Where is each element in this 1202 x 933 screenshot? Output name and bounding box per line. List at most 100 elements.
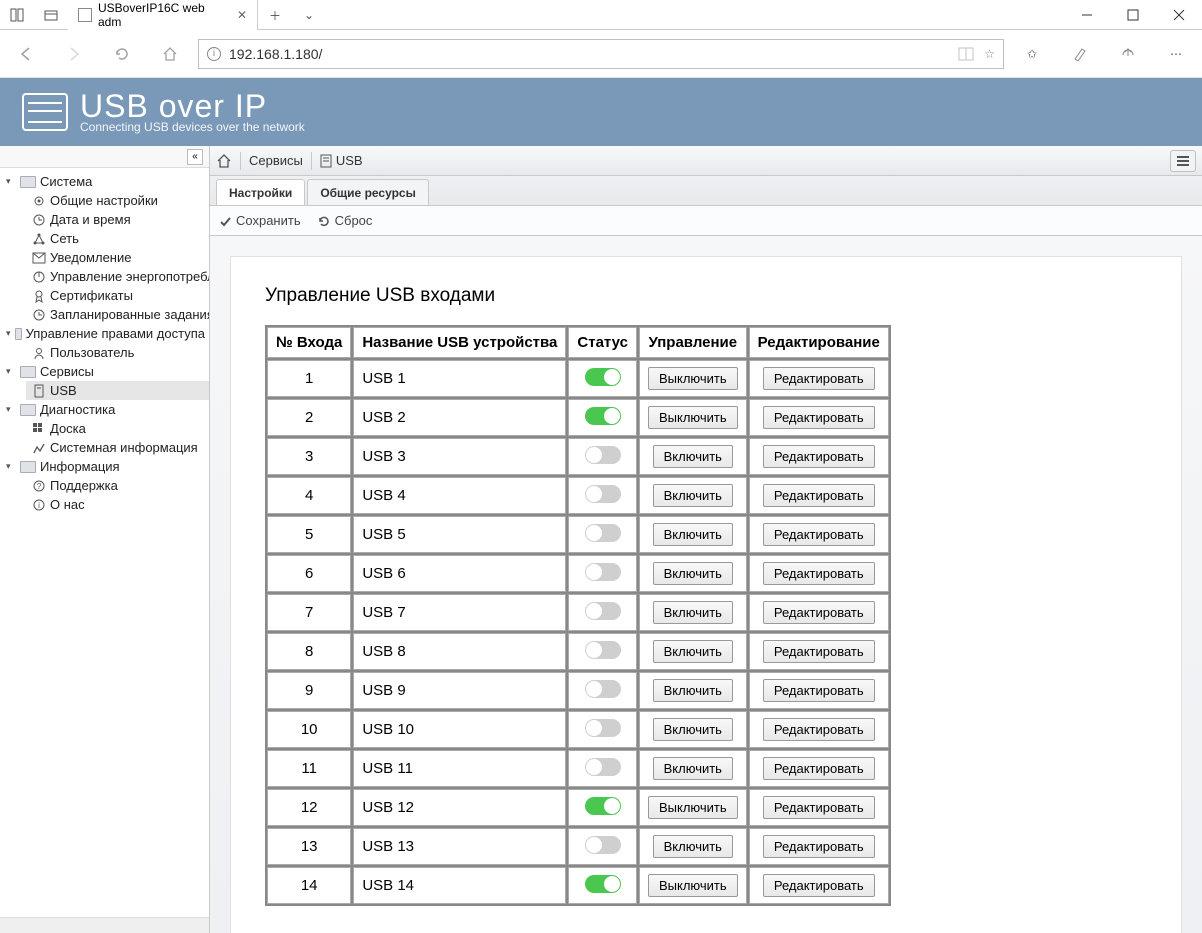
turn-on-button[interactable]: Включить <box>653 484 733 507</box>
svg-text:i: i <box>38 501 40 510</box>
status-toggle[interactable] <box>585 602 621 620</box>
favorites-button[interactable]: ✩ <box>1012 30 1052 78</box>
turn-off-button[interactable]: Выключить <box>648 796 738 819</box>
sidebar-group[interactable]: ▾Сервисы <box>0 362 209 381</box>
sidebar-item[interactable]: Дата и время <box>26 210 209 229</box>
breadcrumb-level1[interactable]: Сервисы <box>249 153 303 168</box>
sidebar-collapse-button[interactable]: « <box>187 149 203 165</box>
status-toggle[interactable] <box>585 524 621 542</box>
sidebar-item[interactable]: Сертификаты <box>26 286 209 305</box>
status-toggle[interactable] <box>585 836 621 854</box>
favorite-star-icon[interactable]: ☆ <box>984 47 995 61</box>
status-toggle[interactable] <box>585 446 621 464</box>
status-toggle[interactable] <box>585 719 621 737</box>
reset-button[interactable]: Сброс <box>317 213 373 228</box>
turn-on-button[interactable]: Включить <box>653 757 733 780</box>
sidebar-item[interactable]: Доска <box>26 419 209 438</box>
sidebar-item-icon <box>32 232 46 246</box>
site-info-icon[interactable]: i <box>207 47 221 61</box>
sidebar-group[interactable]: ▾Система <box>0 172 209 191</box>
edit-button[interactable]: Редактировать <box>763 367 875 390</box>
status-toggle[interactable] <box>585 563 621 581</box>
save-button[interactable]: Сохранить <box>218 213 301 228</box>
app-icon-2[interactable] <box>34 0 68 29</box>
sidebar-item[interactable]: Общие настройки <box>26 191 209 210</box>
edit-button[interactable]: Редактировать <box>763 757 875 780</box>
sidebar-item[interactable]: ?Поддержка <box>26 476 209 495</box>
status-toggle[interactable] <box>585 485 621 503</box>
status-toggle[interactable] <box>585 641 621 659</box>
sidebar-group-label: Диагностика <box>40 402 115 417</box>
turn-on-button[interactable]: Включить <box>653 523 733 546</box>
app-icon-1[interactable] <box>0 0 34 29</box>
sidebar-group[interactable]: ▾Управление правами доступа <box>0 324 209 343</box>
main-body: Управление USB входами № Входа Название … <box>210 236 1202 933</box>
edit-button[interactable]: Редактировать <box>763 601 875 624</box>
window-close-button[interactable] <box>1156 0 1202 29</box>
tab-settings[interactable]: Настройки <box>216 179 305 205</box>
turn-on-button[interactable]: Включить <box>653 835 733 858</box>
browser-tab-active[interactable]: USBoverIP16C web adm ✕ <box>68 0 258 30</box>
breadcrumb-level2[interactable]: USB <box>320 153 363 168</box>
nav-back-button[interactable] <box>6 30 46 78</box>
turn-off-button[interactable]: Выключить <box>648 406 738 429</box>
notes-button[interactable] <box>1060 30 1100 78</box>
sidebar-item[interactable]: iО нас <box>26 495 209 514</box>
sidebar-scrollbar[interactable] <box>0 917 209 933</box>
nav-refresh-button[interactable] <box>102 30 142 78</box>
status-toggle[interactable] <box>585 797 621 815</box>
nav-forward-button[interactable] <box>54 30 94 78</box>
sidebar-item-label: Поддержка <box>50 478 118 493</box>
page-menu-button[interactable] <box>1170 150 1196 172</box>
sidebar-item[interactable]: Пользователь <box>26 343 209 362</box>
turn-off-button[interactable]: Выключить <box>648 367 738 390</box>
edit-button[interactable]: Редактировать <box>763 835 875 858</box>
edit-button[interactable]: Редактировать <box>763 640 875 663</box>
edit-button[interactable]: Редактировать <box>763 562 875 585</box>
edit-button[interactable]: Редактировать <box>763 406 875 429</box>
breadcrumb-home[interactable] <box>216 153 232 169</box>
edit-button[interactable]: Редактировать <box>763 679 875 702</box>
status-toggle[interactable] <box>585 875 621 893</box>
folder-icon <box>20 404 36 416</box>
cell-status <box>568 477 637 514</box>
sidebar-item[interactable]: Уведомление <box>26 248 209 267</box>
turn-on-button[interactable]: Включить <box>653 640 733 663</box>
sidebar-item[interactable]: USB <box>26 381 209 400</box>
turn-on-button[interactable]: Включить <box>653 679 733 702</box>
status-toggle[interactable] <box>585 368 621 386</box>
edit-button[interactable]: Редактировать <box>763 874 875 897</box>
cell-input-no: 2 <box>267 399 351 436</box>
nav-home-button[interactable] <box>150 30 190 78</box>
sidebar-item[interactable]: Управление энергопотреблени <box>26 267 209 286</box>
turn-on-button[interactable]: Включить <box>653 718 733 741</box>
sidebar-group[interactable]: ▾Диагностика <box>0 400 209 419</box>
sidebar-item[interactable]: Запланированные задания <box>26 305 209 324</box>
share-button[interactable] <box>1108 30 1148 78</box>
edit-button[interactable]: Редактировать <box>763 445 875 468</box>
cell-device-name: USB 5 <box>353 516 566 553</box>
new-tab-button[interactable]: ＋ <box>258 0 292 30</box>
edit-button[interactable]: Редактировать <box>763 523 875 546</box>
sidebar-group[interactable]: ▾Информация <box>0 457 209 476</box>
tabs-chevron-icon[interactable]: ⌄ <box>292 0 326 30</box>
turn-off-button[interactable]: Выключить <box>648 874 738 897</box>
tab-shared[interactable]: Общие ресурсы <box>307 179 429 205</box>
tab-close-icon[interactable]: ✕ <box>237 8 247 22</box>
window-minimize-button[interactable] <box>1064 0 1110 29</box>
turn-on-button[interactable]: Включить <box>653 562 733 585</box>
more-button[interactable]: ⋯ <box>1156 30 1196 78</box>
window-maximize-button[interactable] <box>1110 0 1156 29</box>
edit-button[interactable]: Редактировать <box>763 484 875 507</box>
edit-button[interactable]: Редактировать <box>763 796 875 819</box>
turn-on-button[interactable]: Включить <box>653 601 733 624</box>
turn-on-button[interactable]: Включить <box>653 445 733 468</box>
sidebar-item[interactable]: Системная информация <box>26 438 209 457</box>
status-toggle[interactable] <box>585 407 621 425</box>
sidebar-item[interactable]: Сеть <box>26 229 209 248</box>
reading-view-icon[interactable] <box>958 47 974 61</box>
status-toggle[interactable] <box>585 758 621 776</box>
edit-button[interactable]: Редактировать <box>763 718 875 741</box>
status-toggle[interactable] <box>585 680 621 698</box>
url-input[interactable]: i 192.168.1.180/ ☆ <box>198 39 1004 69</box>
